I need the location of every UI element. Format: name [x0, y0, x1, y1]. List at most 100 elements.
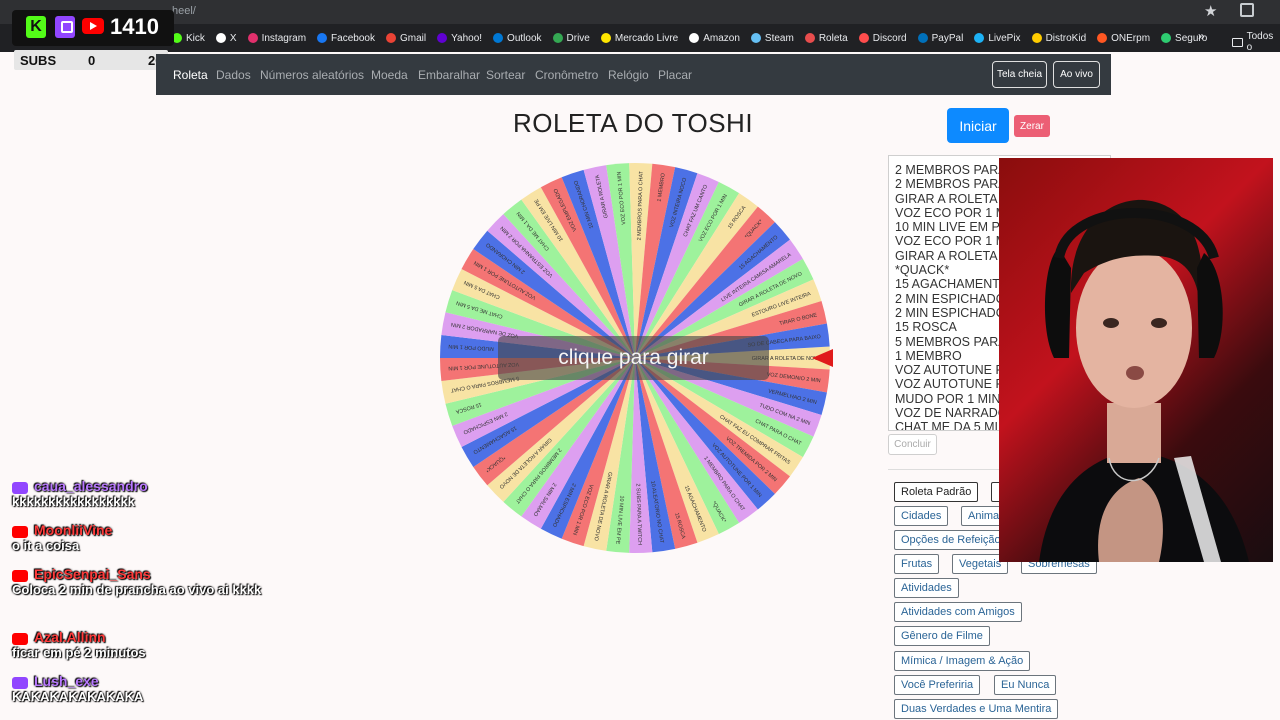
- bookmark-folder-label: Todos o: [1246, 31, 1274, 53]
- bookmark-favicon-icon: [552, 33, 563, 43]
- webcam-feed: [999, 158, 1273, 562]
- twitch-badge-icon: [12, 481, 28, 494]
- bookmark-favicon-icon: [974, 33, 985, 43]
- preset-atividades[interactable]: Atividades: [894, 578, 959, 598]
- page-title: ROLETA DO TOSHI: [512, 108, 754, 138]
- youtube-logo-icon: [82, 18, 104, 34]
- bookmark-facebook[interactable]: Facebook: [317, 33, 375, 44]
- bookmark-favicon-icon: [493, 33, 504, 43]
- kick-logo-icon: K: [26, 16, 46, 38]
- chat-text: KAKAKAKAKAKAKA: [12, 689, 144, 704]
- bookmark-label: Drive: [566, 32, 590, 44]
- nav-embaralhar[interactable]: Embaralhar: [418, 68, 480, 82]
- bookmark-instagram[interactable]: Instagram: [247, 32, 307, 44]
- nav-placar[interactable]: Placar: [658, 68, 692, 82]
- preset-atividades-amigos[interactable]: Atividades com Amigos: [894, 602, 1022, 622]
- bookmark-kick[interactable]: Kick: [172, 33, 205, 44]
- bookmark-label: Gmail: [399, 32, 427, 44]
- bookmark-yahoo[interactable]: Yahoo!: [437, 33, 482, 44]
- streamer-silhouette: [1039, 199, 1249, 562]
- bookmark-paypal[interactable]: PayPal: [917, 32, 964, 44]
- bookmark-favicon-icon: [1161, 33, 1172, 43]
- preset-cidades[interactable]: Cidades: [894, 506, 949, 526]
- spin-prompt[interactable]: clique para girar: [498, 336, 769, 380]
- bookmark-label: X: [229, 32, 237, 44]
- bookmark-drive[interactable]: Drive: [552, 32, 590, 44]
- bookmark-distrokid[interactable]: DistroKid: [1031, 32, 1087, 44]
- bookmark-label: Instagram: [261, 32, 307, 44]
- start-button[interactable]: Iniciar: [947, 108, 1009, 143]
- chat-message: Lush_exe KAKAKAKAKAKAKA: [12, 673, 143, 704]
- twitch-badge-icon: [12, 676, 28, 689]
- bookmark-favicon-icon: [317, 33, 328, 43]
- chat-message: Azal.Allinn ficar em pé 2 minutos: [12, 629, 146, 660]
- bookmark-favicon-icon: [437, 33, 448, 43]
- bookmark-favicon-icon: [247, 33, 258, 43]
- bookmark-favicon-icon: [1097, 33, 1108, 43]
- nav-roleta[interactable]: Roleta: [173, 68, 208, 82]
- nav-sortear[interactable]: Sortear: [486, 68, 525, 82]
- bookmark-roleta[interactable]: Roleta: [804, 32, 848, 44]
- chat-message: EpicSenpai_Sans Coloca 2 min de prancha …: [12, 566, 282, 597]
- youtube-badge-icon: [12, 632, 28, 645]
- subs-current: 0: [88, 52, 96, 68]
- bookmark-steam[interactable]: Steam: [750, 33, 794, 44]
- bookmark-mercado-livre[interactable]: Mercado Livre: [600, 32, 679, 44]
- bookmark-label: Amazon: [703, 32, 740, 44]
- chat-username: Azal.Allinn: [34, 629, 106, 645]
- chat-text: kkkkkkkkkkkkkkkkk: [12, 494, 135, 509]
- bookmark-amazon[interactable]: Amazon: [689, 33, 740, 44]
- bookmark-outlook[interactable]: Outlook: [493, 33, 542, 44]
- bookmark-star-icon[interactable]: ★: [1204, 2, 1217, 20]
- bookmark-gmail[interactable]: Gmail: [385, 32, 427, 44]
- preset-genero-filme[interactable]: Gênero de Filme: [894, 626, 990, 646]
- preset-mimica[interactable]: Mímica / Imagem & Ação: [894, 651, 1031, 671]
- extensions-icon[interactable]: [1240, 3, 1254, 17]
- chat-username: Lush_exe: [34, 673, 99, 689]
- bookmark-favicon-icon: [858, 33, 869, 43]
- bookmark-label: Roleta: [818, 32, 848, 44]
- bookmark-onerpm[interactable]: ONErpm: [1097, 33, 1150, 44]
- twitch-logo-icon: [55, 16, 75, 38]
- site-navbar: Roleta Dados Números aleatórios Moeda Em…: [156, 54, 1111, 95]
- bookmarks-overflow-icon[interactable]: »: [1198, 29, 1205, 43]
- bookmark-discord[interactable]: Discord: [858, 32, 907, 44]
- follower-count: 1410: [110, 14, 159, 39]
- nav-relogio[interactable]: Relógio: [608, 68, 649, 82]
- chat-text: ficar em pé 2 minutos: [12, 645, 146, 660]
- url-text[interactable]: heel/: [172, 5, 196, 17]
- bookmark-label: Facebook: [331, 32, 375, 44]
- bookmark-favicon-icon: [917, 33, 928, 43]
- preset-duas-verdades[interactable]: Duas Verdades e Uma Mentira: [894, 699, 1059, 719]
- folder-icon: [1232, 37, 1243, 47]
- bookmark-label: Kick: [186, 32, 205, 44]
- conclude-button[interactable]: Concluir: [888, 434, 937, 455]
- chat-username: caua_alessandro: [34, 478, 148, 494]
- nav-moeda[interactable]: Moeda: [371, 68, 408, 82]
- preset-eu-nunca[interactable]: Eu Nunca: [994, 675, 1057, 695]
- browser-address-bar[interactable]: heel/ ★: [0, 0, 1280, 24]
- chat-message: caua_alessandro kkkkkkkkkkkkkkkkk: [12, 478, 148, 509]
- bookmark-label: ONErpm: [1111, 32, 1151, 44]
- chat-message: MoonliiVine o it a coisa: [12, 522, 112, 553]
- nav-dados[interactable]: Dados: [216, 68, 251, 82]
- nav-cronometro[interactable]: Cronômetro: [535, 68, 598, 82]
- reset-button[interactable]: Zerar: [1014, 115, 1050, 137]
- live-button[interactable]: Ao vivo: [1053, 61, 1100, 88]
- fullscreen-button[interactable]: Tela cheia: [992, 61, 1047, 88]
- bookmark-label: DistroKid: [1045, 32, 1087, 44]
- bookmark-folder-all[interactable]: Todos o: [1232, 31, 1280, 53]
- bookmark-label: PayPal: [931, 32, 964, 44]
- bookmark-favicon-icon: [750, 33, 761, 43]
- preset-opcoes-refeicao[interactable]: Opções de Refeição: [894, 530, 1008, 550]
- bookmark-x[interactable]: X: [215, 32, 237, 44]
- bookmark-label: Mercado Livre: [614, 32, 679, 44]
- bookmarks-bar: Kick X Instagram Facebook Gmail Yahoo! Outlook…: [0, 24, 1280, 52]
- bookmark-label: Discord: [872, 32, 907, 44]
- preset-frutas[interactable]: Frutas: [894, 554, 940, 574]
- preset-roleta-padrao[interactable]: Roleta Padrão: [894, 482, 979, 502]
- bookmark-livepix[interactable]: LivePix: [974, 33, 1021, 44]
- bookmark-favicon-icon: [600, 33, 611, 43]
- nav-numeros-aleatorios[interactable]: Números aleatórios: [260, 68, 364, 82]
- preset-voce-preferiria[interactable]: Você Preferiria: [894, 675, 981, 695]
